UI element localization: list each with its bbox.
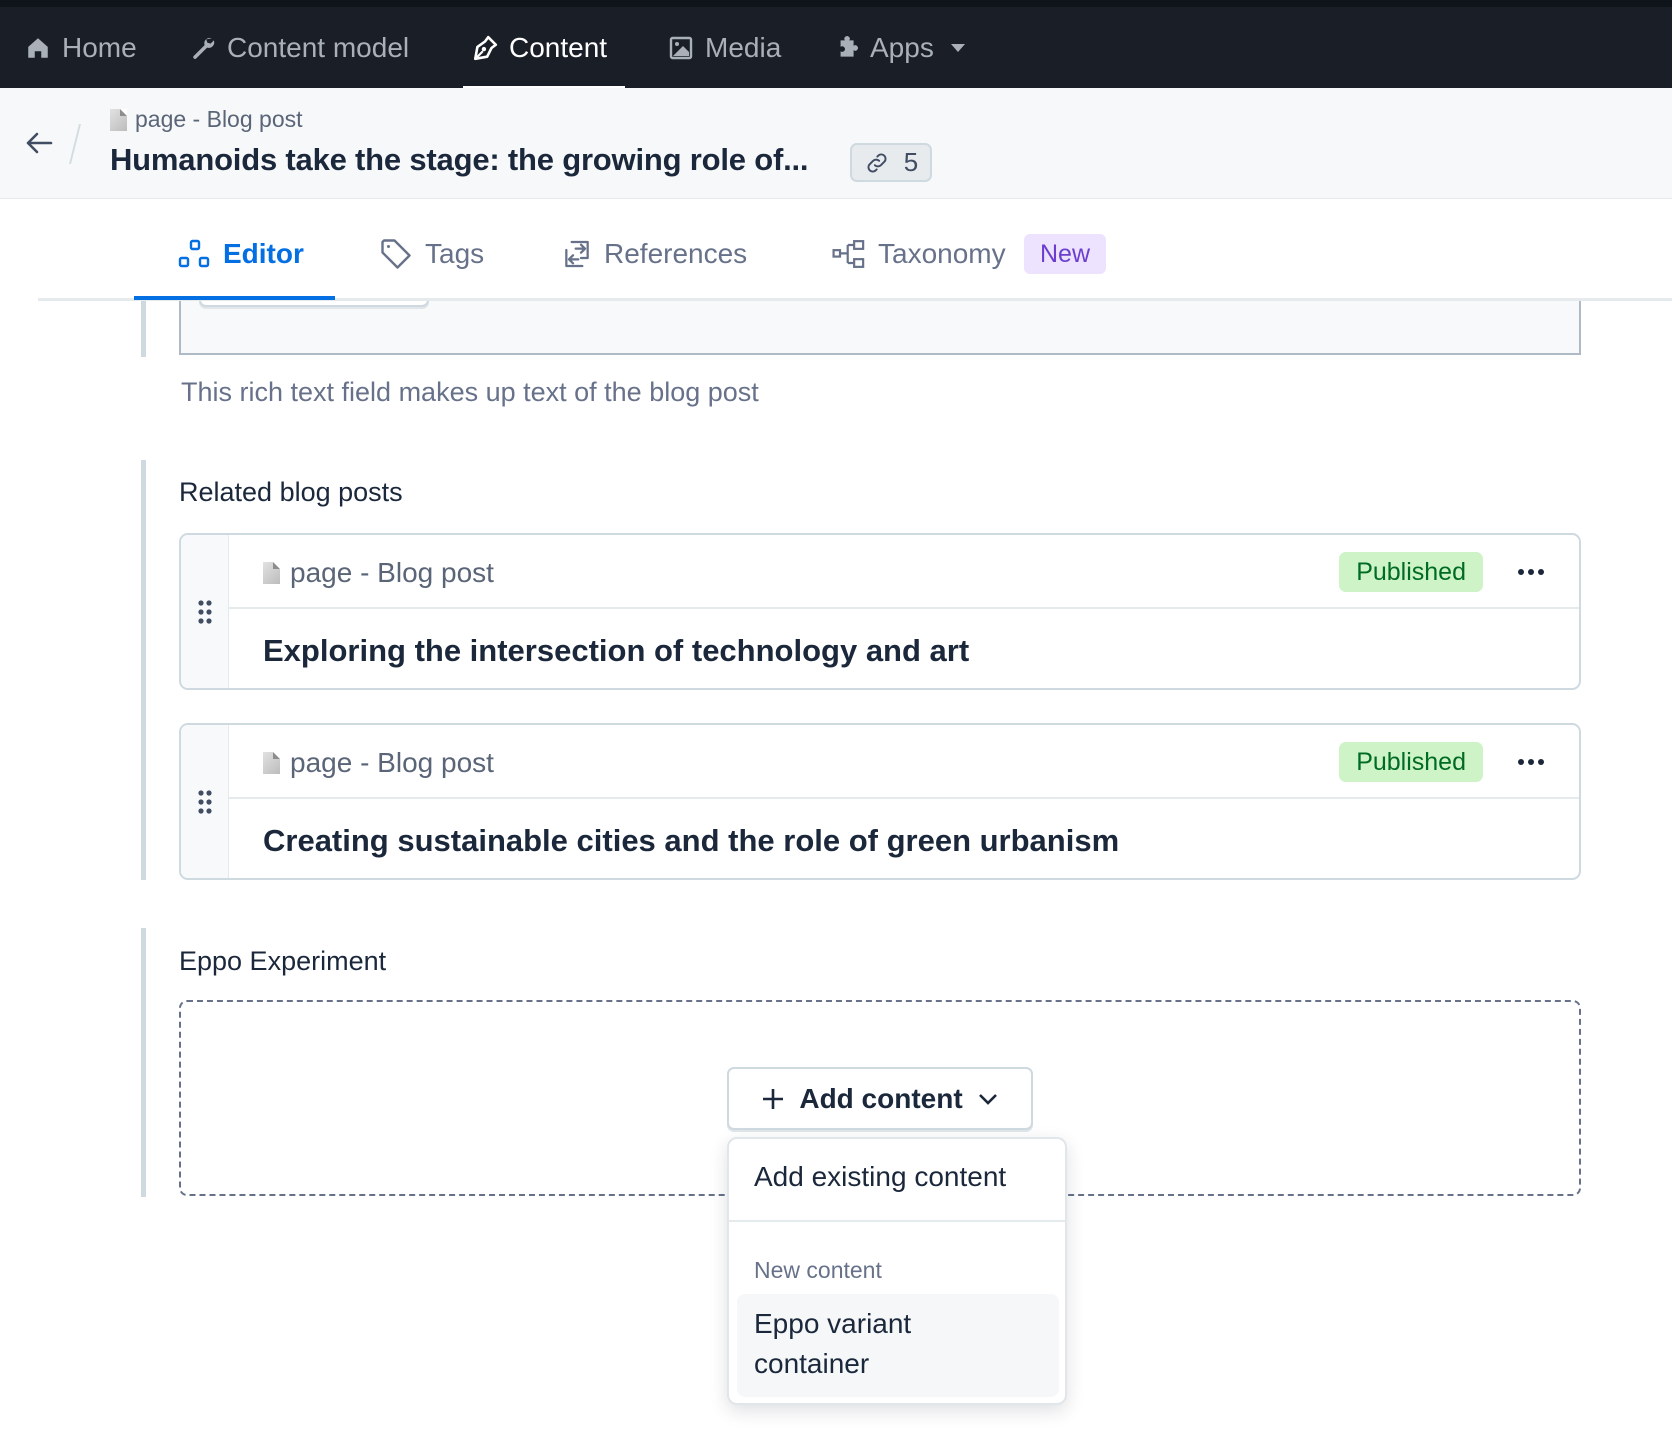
field-indicator-bar [141,301,146,357]
nav-label: Media [705,31,782,63]
drag-handle-icon [197,599,212,624]
nav-item-apps[interactable]: Apps [833,7,965,88]
wrench-icon [190,35,216,61]
content-type-label: page - Blog post [135,106,303,132]
add-content-menu: Add existing content New content Eppo va… [727,1137,1067,1405]
new-badge: New [1024,234,1106,274]
tab-label: Editor [223,238,304,269]
arrow-left-icon [26,132,53,154]
entry-tabs: Editor Tags References Taxonomy New [0,199,1672,301]
menu-item-eppo-variant-container[interactable]: Eppo variant container [737,1294,1059,1397]
tab-taxonomy[interactable]: Taxonomy [831,231,1006,277]
document-icon [263,752,280,774]
tab-label: Taxonomy [878,238,1006,269]
pen-nib-icon [472,35,498,61]
field-indicator-bar [141,928,146,1197]
card-header: page - Blog post Published [229,535,1579,609]
tag-icon [381,239,411,269]
nav-label: Apps [870,31,934,63]
field-indicator-bar [141,460,146,880]
link-icon [867,152,887,173]
divider [69,124,81,164]
menu-section-label: New content [754,1257,882,1283]
editor-icon [178,239,210,268]
content-type-breadcrumb: page - Blog post [110,106,303,133]
more-actions-button[interactable] [1511,555,1551,589]
dot [1528,569,1534,575]
entry-title[interactable]: Exploring the intersection of technology… [263,633,969,669]
document-icon [110,108,127,131]
nav-item-content-model[interactable]: Content model [190,7,409,88]
entry-header: page - Blog post Humanoids take the stag… [0,88,1672,199]
dot [1518,569,1524,575]
top-navigation: Home Content model Content Media Apps [0,0,1672,90]
drag-handle-icon [197,789,212,814]
editor-content: Embed This rich text field makes up text… [0,301,1672,1446]
menu-item-add-existing-content[interactable]: Add existing content [729,1161,1065,1193]
dot [1538,759,1544,765]
nav-item-home[interactable]: Home [25,7,137,88]
tab-label: References [604,238,748,269]
reference-card[interactable]: page - Blog post Published Creating sust… [179,723,1581,880]
puzzle-icon [833,35,859,61]
nav-label: Home [62,31,137,63]
menu-divider [729,1220,1065,1222]
tab-label: Tags [425,238,485,269]
field-label-related-posts: Related blog posts [179,477,403,507]
tab-editor[interactable]: Editor [178,231,304,277]
drag-handle[interactable] [181,535,229,688]
plus-icon [763,1088,784,1109]
tab-tags[interactable]: Tags [378,231,484,277]
more-actions-button[interactable] [1511,745,1551,779]
card-header: page - Blog post Published [229,725,1579,799]
add-content-button[interactable]: Add content [727,1067,1033,1130]
field-label-eppo-experiment: Eppo Experiment [179,946,387,976]
dot [1528,759,1534,765]
caret-down-icon [950,43,965,52]
add-content-label: Add content [799,1082,963,1114]
field-helper-text: This rich text field makes up text of th… [181,377,759,407]
home-icon [25,35,51,61]
status-badge: Published [1339,742,1483,782]
content-type-label: page - Blog post [290,557,494,588]
nav-label: Content [509,31,608,63]
page-title: Humanoids take the stage: the growing ro… [110,142,809,177]
content-type-label: page - Blog post [290,747,494,778]
chevron-down-icon [978,1093,997,1105]
nav-label: Content model [227,31,410,63]
embed-button[interactable]: Embed [199,301,429,307]
dot [1538,569,1544,575]
active-tab-indicator [134,296,335,300]
drag-handle[interactable] [181,725,229,878]
dot [1518,759,1524,765]
references-count-badge[interactable]: 5 [850,143,932,182]
entry-title[interactable]: Creating sustainable cities and the role… [263,823,1119,859]
tab-references[interactable]: References [561,231,747,277]
rich-text-editor[interactable]: Embed [179,301,1581,355]
taxonomy-icon [832,240,865,268]
reference-card[interactable]: page - Blog post Published Exploring the… [179,533,1581,690]
image-icon [668,35,694,61]
references-count: 5 [903,147,919,177]
nav-item-content[interactable]: Content [472,7,607,88]
document-icon [263,562,280,584]
references-icon [565,240,589,268]
status-badge: Published [1339,552,1483,592]
content-type: page - Blog post [263,557,494,589]
content-type: page - Blog post [263,747,494,779]
back-button[interactable] [22,126,56,160]
nav-item-media[interactable]: Media [668,7,781,88]
